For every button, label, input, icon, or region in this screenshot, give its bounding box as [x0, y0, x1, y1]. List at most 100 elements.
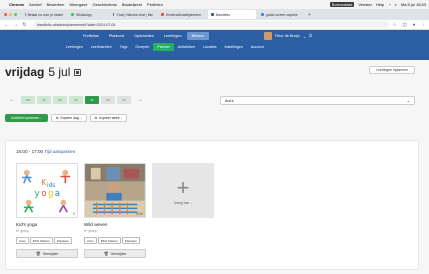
copy-icon: ⧉ [94, 116, 98, 120]
schedule-students-button[interactable]: Leerlingen inplannen [369, 66, 415, 74]
new-tab-button[interactable]: + [308, 12, 311, 18]
subnav-planner[interactable]: Planner [153, 43, 174, 51]
address-bar[interactable]: bandfolio.nl/admin/planner/edit?date=202… [33, 21, 390, 28]
yoga-illustration: K ids y o g a [17, 164, 77, 217]
search-icon[interactable]: ⌕ [395, 2, 397, 7]
menu-bladwijzers[interactable]: Bladwijzers [122, 2, 142, 7]
weaving-photo [85, 164, 145, 217]
star-icon[interactable]: ☆ [392, 22, 396, 28]
day-wo[interactable]: wo [53, 96, 67, 104]
delete-button[interactable]: 🗑 Verwijder [84, 249, 146, 258]
primary-nav: Portfolios Planbord Opdrachten Leerlinge… [78, 32, 209, 40]
menubar-status: Bureaublad Venster Help ◔ ⌕ Ma 8 jul 16:… [329, 0, 426, 9]
menu-bureaublad[interactable]: Bureaublad [329, 2, 355, 7]
plan-activity-button[interactable]: Activiteit inplannen... [5, 114, 49, 122]
chevron-down-icon: ⌄ [406, 98, 410, 103]
edit-time-link[interactable]: Tijd aanpassen [44, 149, 75, 154]
subnav-instellingen[interactable]: Instellingen [221, 43, 247, 51]
timeslot-time: 16:00 - 17:00 [16, 149, 44, 154]
prev-week-icon[interactable]: ← [5, 96, 19, 104]
subnav-tags[interactable]: Tags [116, 43, 132, 51]
nav-leerlingen[interactable]: Leerlingen [159, 32, 187, 40]
browser-tab[interactable]: Chat | Nieuwe chat | Mic [110, 11, 156, 19]
add-activity-label: Voeg toe... [173, 200, 193, 205]
timeslot-panel: 16:00 - 17:00 Tijd aanpassen K ids y o g… [5, 140, 419, 270]
menu-venster[interactable]: Venster [358, 2, 372, 7]
tag: Ara's [16, 237, 29, 244]
menu-icon[interactable]: ⋮ [422, 22, 427, 28]
calendar-icon[interactable] [74, 68, 82, 76]
window-controls [0, 13, 22, 16]
minimize-window-icon[interactable] [9, 13, 12, 16]
browser-tab[interactable]: gratis screen capture [258, 11, 304, 19]
menu-bewerken[interactable]: Bewerken [47, 2, 65, 7]
group-select[interactable]: Ara's ⌄ [220, 96, 415, 105]
day-za[interactable]: za [101, 96, 115, 104]
day-di[interactable]: di [37, 96, 51, 104]
profile-icon[interactable]: ● [413, 22, 416, 27]
tag: Patatpan [121, 237, 140, 244]
day-zo[interactable]: zo [117, 96, 131, 104]
capacity-badge: 0 [73, 212, 75, 216]
delete-button[interactable]: 🗑 Verwijder [16, 249, 78, 258]
wifi-icon[interactable]: ◔ [388, 2, 390, 7]
copy-day-button[interactable]: ⧉ Kopieer dag... [51, 114, 87, 122]
menu-geschiedenis[interactable]: Geschiedenis [93, 2, 117, 7]
favicon-icon [161, 13, 164, 16]
forward-icon[interactable]: → [13, 22, 18, 28]
copy-week-button[interactable]: ⧉ Kopieer week... [89, 114, 128, 122]
planner-content: vrijdag 5 jul Leerlingen inplannen ← ma … [0, 60, 429, 274]
menu-help[interactable]: Help [376, 2, 384, 7]
browser-tab[interactable]: WhatsApp [68, 11, 108, 19]
day-vr[interactable]: vr [85, 96, 99, 104]
activity-image-yoga[interactable]: K ids y o g a 0 [16, 163, 78, 218]
subnav-leerlingen[interactable]: Leerlingen [62, 43, 87, 51]
trash-icon: 🗑 [35, 252, 41, 256]
next-week-icon[interactable]: → [133, 96, 147, 104]
activity-image-weaving[interactable]: 0/10 [84, 163, 146, 218]
add-activity-button[interactable]: + Voeg toe... [152, 163, 214, 218]
nav-opdrachten[interactable]: Opdrachten [129, 32, 159, 40]
power-icon[interactable]: ⏻ [309, 34, 312, 38]
day-selector: ← ma di wo do vr za zo → [5, 96, 147, 104]
browser-tab[interactable]: Betaal nu voor je bestel [22, 11, 66, 19]
menu-archief[interactable]: Archief [29, 2, 41, 7]
trash-icon: 🗑 [103, 252, 109, 256]
reload-icon[interactable]: ↻ [22, 22, 27, 28]
subnav-groepen[interactable]: Groepen [131, 43, 153, 51]
favicon-icon [113, 13, 115, 16]
subnav-activiteiten[interactable]: Activiteiten [174, 43, 199, 51]
activity-tags: Ara's BSO Kikkers Patatpan [16, 237, 78, 244]
subnav-account[interactable]: Account [247, 43, 268, 51]
extensions-icon[interactable]: ◫ [403, 22, 407, 28]
day-ma[interactable]: ma [21, 96, 35, 104]
menu-chrome[interactable]: Chrome [9, 2, 24, 7]
nav-beheer[interactable]: Beheer [186, 32, 209, 40]
browser-tab-active[interactable]: Bandletis [208, 10, 256, 19]
nav-planbord[interactable]: Planbord [104, 32, 129, 40]
day-do[interactable]: do [69, 96, 83, 104]
menu-weergave[interactable]: Weergave [69, 2, 87, 7]
clock[interactable]: Ma 8 jul 16:53 [401, 2, 426, 7]
tag: BSO Kikkers [29, 237, 53, 244]
back-icon[interactable]: ← [4, 22, 9, 28]
svg-text:g: g [48, 189, 54, 199]
svg-text:a: a [55, 189, 60, 199]
subnav-locaties[interactable]: Locaties [199, 43, 220, 51]
nav-portfolios[interactable]: Portfolios [78, 32, 104, 40]
browser-tab[interactable]: Kinderactivatieijsbeden [158, 11, 206, 19]
plus-icon: + [176, 174, 190, 200]
activity-tags: Ara's BSO Kikkers Patatpan [84, 237, 146, 244]
favicon-icon [71, 13, 74, 16]
user-menu[interactable]: Fleur de Bruijn ⌄ ⏻ [264, 32, 312, 40]
subnav-leerkrachten[interactable]: Leerkrachten [87, 43, 116, 51]
tag: Ara's [84, 237, 97, 244]
maximize-window-icon[interactable] [14, 13, 17, 16]
avatar [264, 32, 272, 40]
page-title-day: vrijdag [5, 65, 45, 79]
page-title-date: 5 jul [48, 65, 71, 79]
menu-profielen[interactable]: Profielen [147, 2, 163, 7]
close-window-icon[interactable] [4, 13, 7, 16]
browser-tabbar: Betaal nu voor je bestel WhatsApp Chat |… [0, 9, 429, 20]
svg-text:y: y [34, 189, 39, 199]
